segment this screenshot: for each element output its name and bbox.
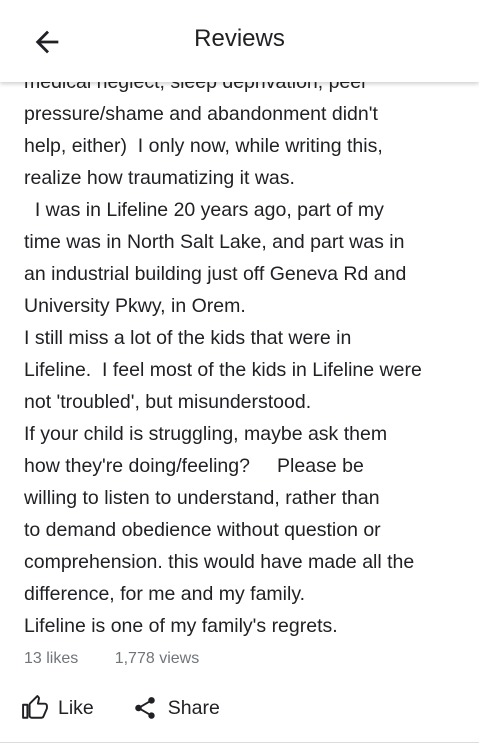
share-icon (135, 697, 155, 719)
review-line: Lifeline. I feel most of the kids in Lif… (24, 359, 422, 381)
review-line: comprehension. this would have made all … (24, 551, 415, 573)
review-text: medical neglect, sleep deprivation, peer… (24, 66, 464, 642)
review-line: University Pkwy, in Orem. (24, 295, 246, 317)
review-line: I was in Lifeline 20 years ago, part of … (24, 199, 384, 221)
review-line: Lifeline is one of my family's regrets. (24, 615, 338, 637)
review-line: realize how traumatizing it was. (24, 167, 295, 189)
review-line: how they're doing/feeling? Please be (24, 455, 364, 477)
review-line: not 'troubled', but misunderstood. (24, 391, 312, 413)
review-line: I still miss a lot of the kids that were… (24, 327, 352, 349)
review-line: pressure/shame and abandonment didn't (24, 103, 378, 125)
review-line: willing to listen to understand, rather … (24, 487, 380, 509)
review-line: an industrial building just off Geneva R… (24, 263, 407, 285)
views-count: 1,778 views (114, 650, 200, 667)
review-line: difference, for me and my family. (24, 583, 306, 605)
review-line: help, either) I only now, while writing … (24, 135, 383, 157)
divider (0, 742, 479, 743)
share-button[interactable]: Share (132, 695, 220, 721)
review-line: If your child is struggling, maybe ask t… (24, 423, 388, 445)
like-label: Like (58, 696, 94, 719)
review-stats: 13 likes 1,778 views (24, 650, 199, 668)
review-line: to demand obedience without question or (24, 519, 381, 541)
page-title: Reviews (194, 25, 285, 52)
likes-count: 13 likes (24, 650, 79, 667)
top-app-bar: Reviews (0, 0, 479, 82)
review-line: time was in North Salt Lake, and part wa… (24, 231, 405, 253)
review-actions: Like Share (22, 692, 220, 724)
share-label: Share (167, 696, 220, 719)
thumb-up-icon (22, 695, 48, 719)
like-button[interactable]: Like (22, 695, 94, 721)
